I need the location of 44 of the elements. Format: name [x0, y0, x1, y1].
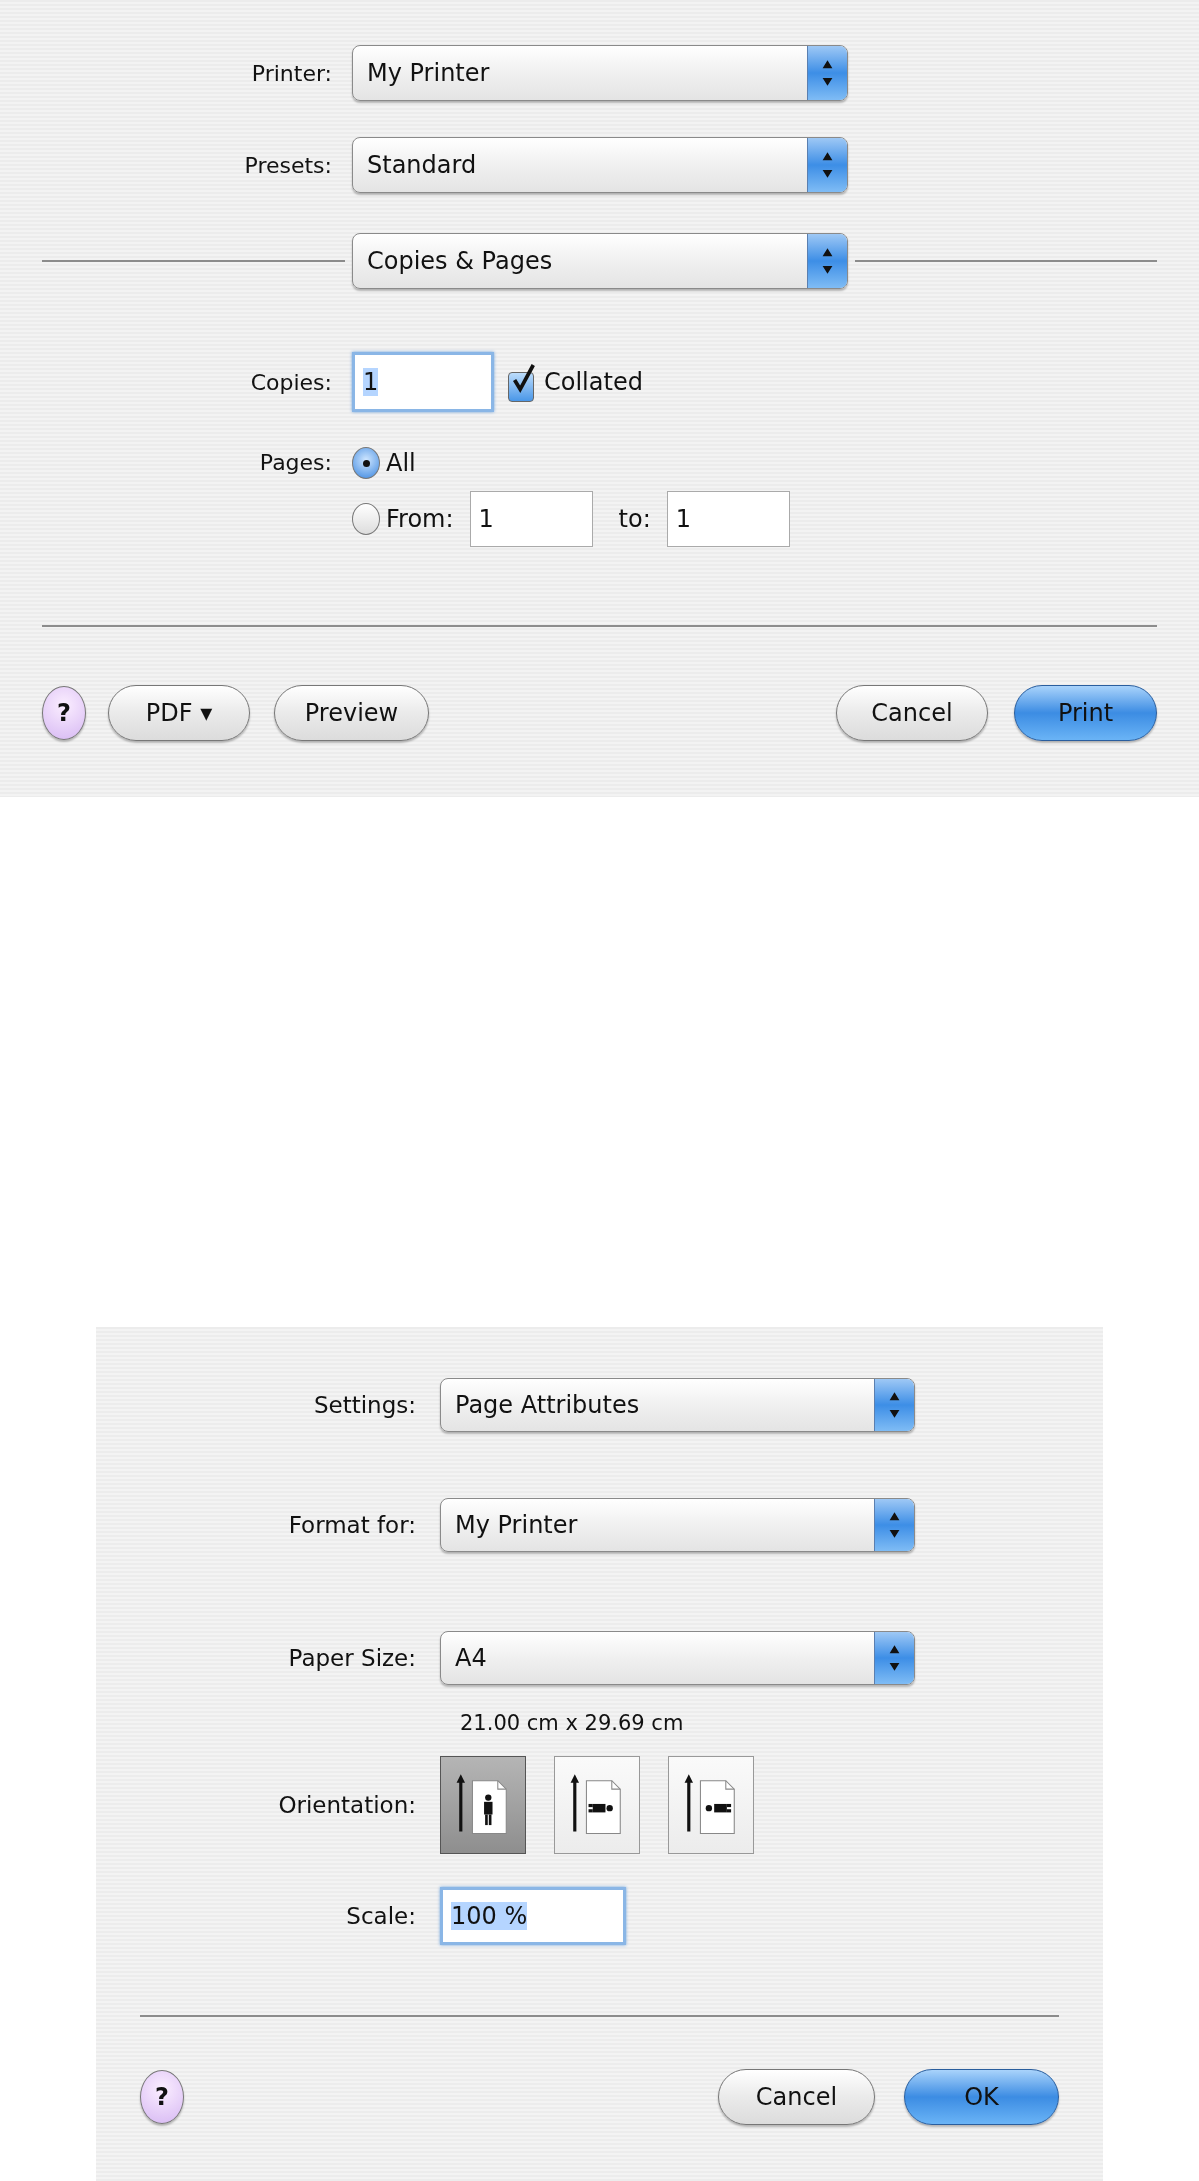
from-page-field[interactable]: 1 — [469, 491, 593, 547]
push-button[interactable]: Print — [1014, 685, 1157, 741]
popup-menu[interactable]: My Printer — [352, 45, 848, 101]
push-button[interactable]: OK — [904, 2069, 1059, 2125]
popup-menu[interactable]: Standard — [352, 137, 848, 193]
push-button[interactable]: Cancel — [718, 2069, 875, 2125]
checkbox[interactable] — [508, 362, 538, 402]
help-button[interactable]: ? — [140, 2070, 184, 2124]
popup-menu[interactable]: A4 — [440, 1631, 915, 1685]
copies-field[interactable]: 1 — [352, 352, 494, 412]
field-label: Copies: — [249, 369, 333, 395]
popup-menu[interactable]: My Printer — [440, 1498, 915, 1552]
field-label: Format for: — [287, 1512, 417, 1538]
radio-button[interactable] — [352, 447, 380, 479]
stepper-arrows-icon — [874, 1632, 914, 1684]
stepper-arrows-icon — [874, 1499, 914, 1551]
field-label: Pages: — [258, 449, 333, 477]
scale-field[interactable]: 100 % — [440, 1887, 626, 1945]
orientation-button[interactable] — [554, 1756, 640, 1854]
push-button[interactable]: Preview — [274, 685, 429, 741]
help-button[interactable]: ? — [42, 686, 86, 740]
popup-menu[interactable]: Copies & Pages — [352, 233, 848, 289]
field-label: Paper Size: — [287, 1645, 417, 1671]
radio-label: From: — [386, 505, 454, 533]
paper-dimensions: 21.00 cm x 29.69 cm — [460, 1711, 685, 1737]
stepper-arrows-icon — [807, 46, 847, 100]
push-button[interactable]: Cancel — [836, 685, 988, 741]
orientation-button[interactable] — [440, 1756, 526, 1854]
radio-button[interactable] — [352, 503, 380, 535]
field-label: Orientation: — [277, 1792, 417, 1818]
field-label: Printer: — [250, 60, 333, 86]
field-label: Scale: — [345, 1903, 417, 1929]
stepper-arrows-icon — [807, 234, 847, 288]
popup-menu[interactable]: Page Attributes — [440, 1378, 915, 1432]
stepper-arrows-icon — [874, 1379, 914, 1431]
field-label: to: — [618, 505, 651, 533]
orientation-button[interactable] — [668, 1756, 754, 1854]
to-page-field[interactable]: 1 — [666, 491, 790, 547]
stepper-arrows-icon — [807, 138, 847, 192]
radio-label: All — [386, 449, 416, 477]
push-button[interactable]: PDF ▾ — [108, 685, 250, 741]
field-label: Presets: — [243, 152, 333, 178]
field-label: Settings: — [312, 1392, 417, 1418]
checkbox-label: Collated — [544, 368, 643, 396]
